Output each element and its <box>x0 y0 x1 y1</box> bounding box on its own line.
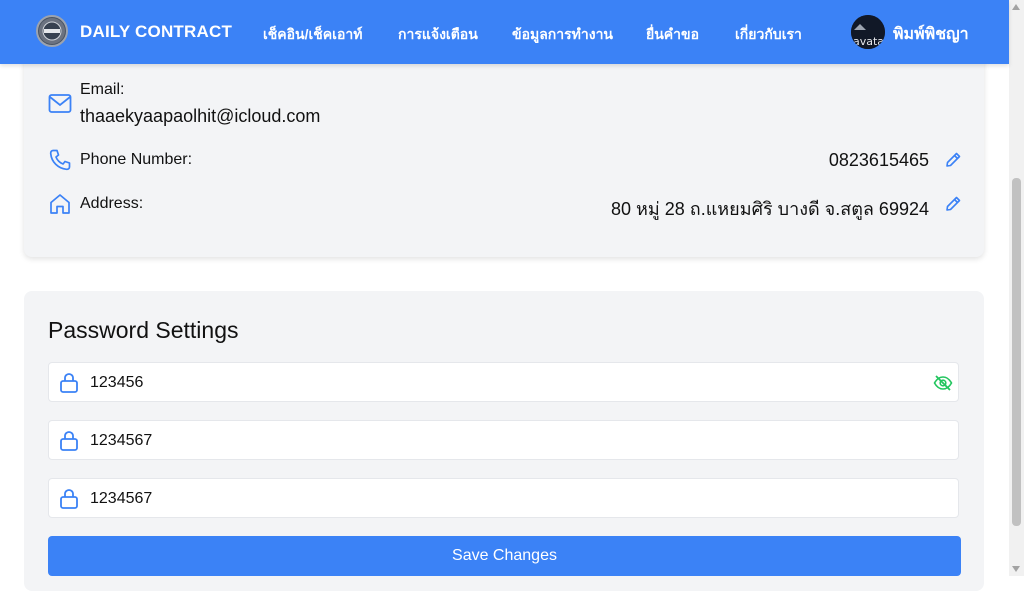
confirm-password-value: 1234567 <box>90 490 153 507</box>
edit-address-pencil-icon[interactable] <box>944 195 962 213</box>
save-changes-button[interactable]: Save Changes <box>48 536 961 576</box>
nav-link-requests[interactable]: ยื่นคำขอ <box>646 24 699 46</box>
phone-icon <box>49 149 71 171</box>
scroll-thumb[interactable] <box>1012 178 1021 526</box>
nav-link-notifications[interactable]: การแจ้งเตือน <box>398 24 478 46</box>
page-scrollbar[interactable] <box>1009 0 1024 576</box>
address-value: 80 หมู่ 28 ถ.แหยมศิริ บางดี จ.สตูล 69924 <box>611 199 929 219</box>
avatar-alt-text: avatar <box>853 35 885 48</box>
nav-link-about[interactable]: เกี่ยวกับเรา <box>735 24 802 46</box>
email-value: thaaekyaapaolhit@icloud.com <box>80 106 321 126</box>
contact-info-card <box>24 40 984 257</box>
brand-name[interactable]: DAILY CONTRACT <box>80 22 232 42</box>
nav-link-checkin[interactable]: เช็คอิน/เช็คเอาท์ <box>263 24 362 46</box>
lock-icon <box>60 373 78 393</box>
phone-value: 0823615465 <box>828 150 929 170</box>
email-label: Email: <box>80 81 125 98</box>
home-icon <box>50 194 70 214</box>
scroll-up-arrow-icon[interactable] <box>1012 4 1020 10</box>
lock-icon <box>60 489 78 509</box>
user-name[interactable]: พิมพ์พิชญา <box>893 22 969 47</box>
confirm-password-field[interactable]: 1234567 <box>48 478 959 518</box>
edit-phone-pencil-icon[interactable] <box>944 151 962 169</box>
address-label: Address: <box>80 195 144 212</box>
brand-logo[interactable] <box>36 15 68 47</box>
phone-label: Phone Number: <box>80 151 193 168</box>
current-password-field[interactable]: 123456 <box>48 362 959 402</box>
current-password-value: 123456 <box>90 374 144 391</box>
new-password-field[interactable]: 1234567 <box>48 420 959 460</box>
avatar[interactable]: avatar <box>851 15 885 49</box>
new-password-value: 1234567 <box>90 432 153 449</box>
mail-icon <box>48 94 72 113</box>
eye-off-icon[interactable] <box>933 374 953 392</box>
password-settings-title: Password Settings <box>48 317 239 343</box>
nav-link-work-info[interactable]: ข้อมูลการทำงาน <box>512 24 613 46</box>
scroll-down-arrow-icon[interactable] <box>1012 566 1020 572</box>
lock-icon <box>60 431 78 451</box>
top-navbar: DAILY CONTRACT เช็คอิน/เช็คเอาท์ การแจ้ง… <box>0 0 1009 64</box>
